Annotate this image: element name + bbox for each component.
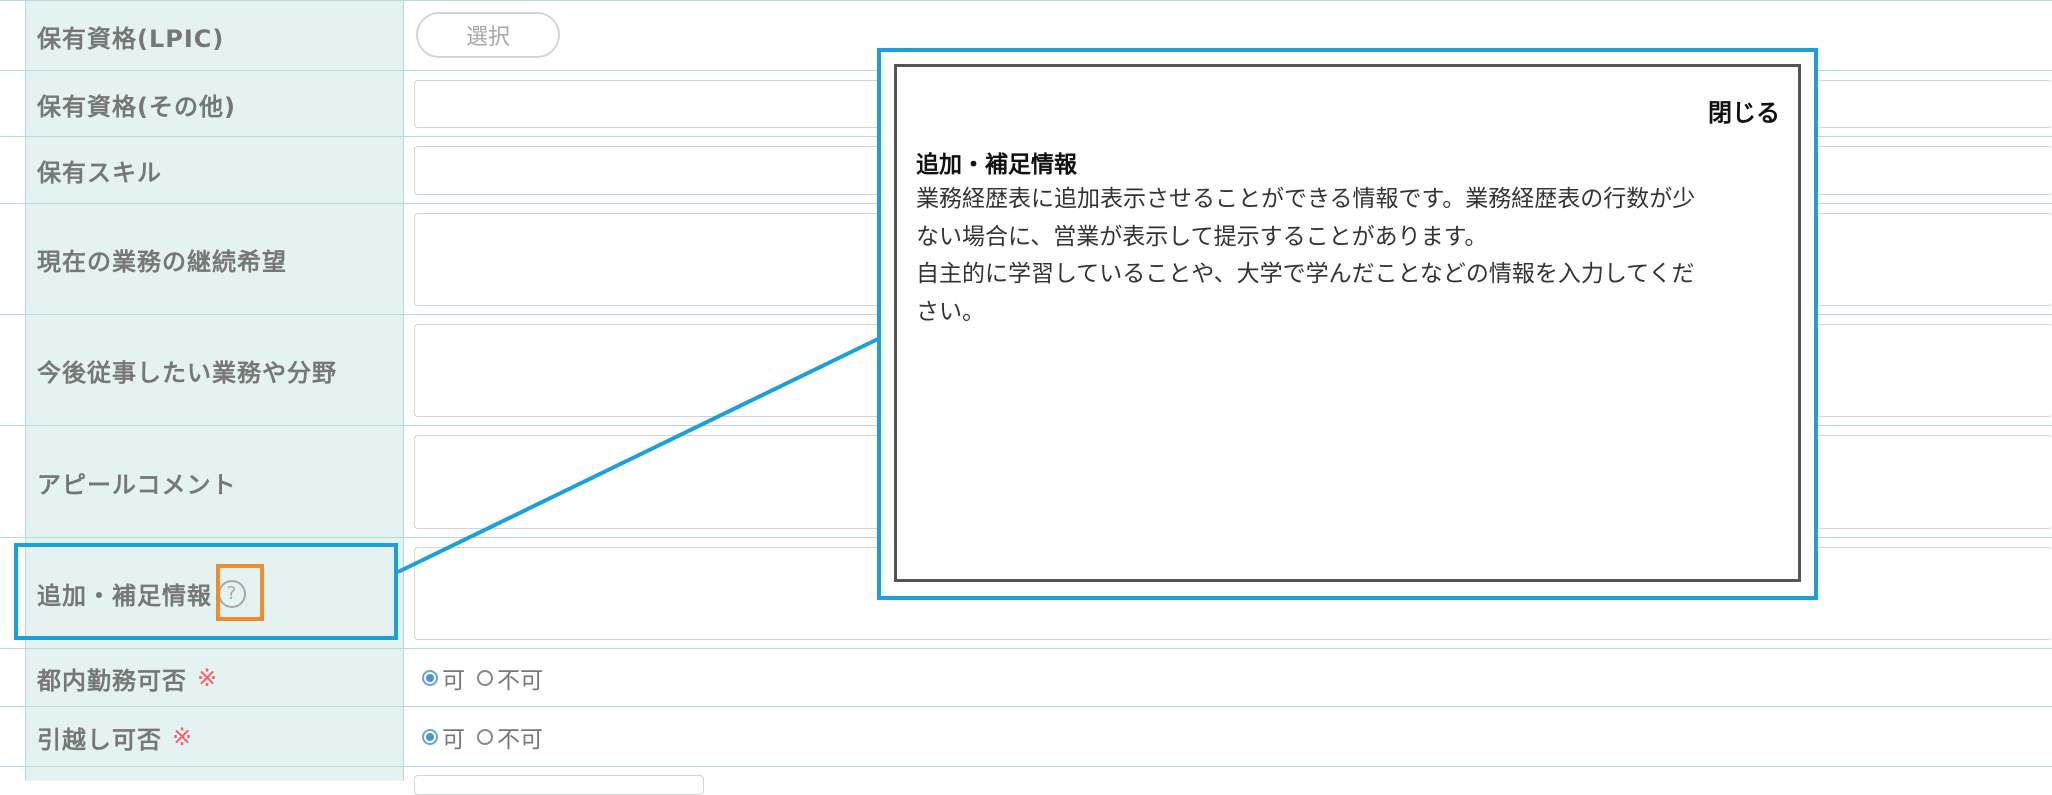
popup-title: 追加・補足情報: [916, 152, 1077, 178]
radio-no-label: 不可: [497, 727, 543, 753]
popup-body-line: 業務経歴表に追加表示させることができる情報です。業務経歴表の行数が少: [916, 186, 1696, 212]
close-button[interactable]: 閉じる: [1708, 93, 1780, 128]
select-button[interactable]: 選択: [416, 12, 560, 58]
row-label: 保有スキル: [25, 137, 404, 204]
row-label: 現在の業務の継続希望: [25, 204, 404, 315]
row-label: [25, 767, 404, 781]
row-value: 可 不可: [404, 649, 2052, 707]
relocation-radio-group: 可 不可: [422, 707, 551, 767]
row-label: 都内勤務可否 ※: [25, 649, 404, 707]
row-label: 保有資格(LPIC): [25, 1, 404, 71]
radio-yes-label: 可: [442, 727, 465, 753]
row-label: 引越し可否 ※: [25, 707, 404, 767]
row-label: 保有資格(その他): [25, 71, 404, 137]
highlight-box-help-icon: [216, 564, 264, 621]
row-label: 今後従事したい業務や分野: [25, 315, 404, 426]
help-popup: 閉じる 追加・補足情報 業務経歴表に追加表示させることができる情報です。業務経歴…: [894, 64, 1801, 582]
relocation-label: 引越し可否: [37, 725, 162, 754]
radio-yes-label: 可: [442, 668, 465, 694]
highlight-box-label: [14, 543, 398, 640]
next-row-input[interactable]: [414, 775, 704, 795]
tokyo-work-radio-group: 可 不可: [422, 649, 551, 707]
popup-body-line: さい。: [916, 298, 985, 325]
tokyo-work-label: 都内勤務可否: [37, 666, 187, 695]
required-mark: ※: [172, 723, 194, 751]
row-value: 可 不可: [404, 707, 2052, 767]
radio-no-label: 不可: [497, 668, 543, 694]
radio-yes[interactable]: [422, 670, 438, 686]
form-row-tokyo-work: 都内勤務可否 ※ 可 不可: [0, 648, 2052, 707]
row-label: アピールコメント: [25, 426, 404, 538]
popup-body-line: 自主的に学習していることや、大学で学んだことなどの情報を入力してくだ: [916, 261, 1695, 287]
form-row-relocation: 引越し可否 ※ 可 不可: [0, 706, 2052, 767]
popup-body-line: ない場合に、営業が表示して提示することがあります。: [916, 223, 1488, 250]
required-mark: ※: [197, 664, 219, 692]
radio-no[interactable]: [477, 729, 493, 745]
radio-yes[interactable]: [422, 729, 438, 745]
form-row-next-partial: [0, 766, 2052, 781]
radio-no[interactable]: [477, 670, 493, 686]
popup-body: 業務経歴表に追加表示させることができる情報です。業務経歴表の行数が少 ない場合に…: [916, 181, 1776, 331]
